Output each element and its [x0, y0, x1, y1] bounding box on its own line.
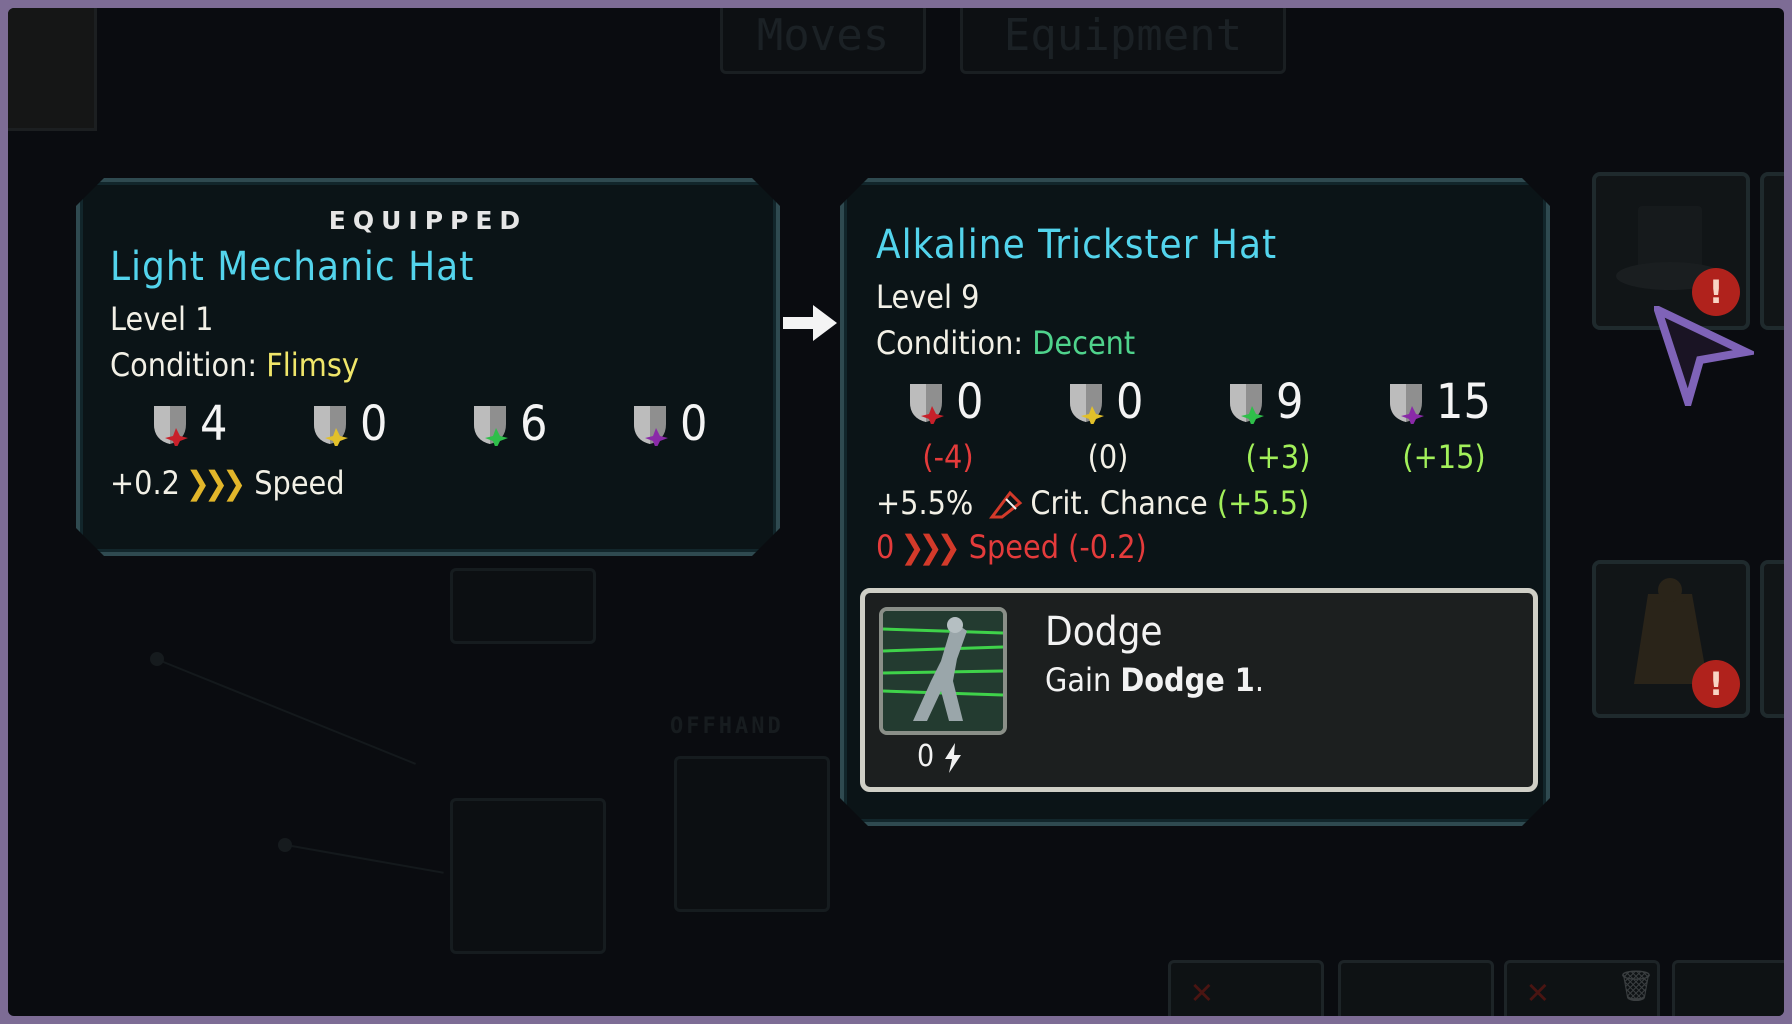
stat-delta: (0) — [1087, 438, 1129, 476]
tab-equipment-label: Equipment — [1003, 9, 1243, 61]
speed-value: 0 — [876, 528, 895, 566]
stat-delta: (-4) — [922, 438, 974, 476]
crit-label: Crit. Chance — [1030, 484, 1208, 522]
stat-value: 0 — [680, 396, 708, 452]
crit-value: +5.5% — [876, 484, 974, 522]
compare-arrow-icon — [783, 305, 837, 341]
stat-yellow: 0 — [1066, 374, 1143, 430]
alert-icon: ! — [1692, 660, 1740, 708]
stat-value: 6 — [520, 396, 548, 452]
stat-delta: (+15) — [1402, 438, 1486, 476]
bottom-slot[interactable]: ✕ — [1168, 960, 1324, 1016]
equipped-item-tooltip: EQUIPPED Light Mechanic Hat Level 1 Cond… — [76, 178, 780, 556]
inventory-slot[interactable] — [1760, 172, 1784, 330]
compare-item-condition: Condition: Decent — [876, 324, 1135, 362]
energy-icon — [944, 742, 961, 773]
condition-label: Condition: — [876, 324, 1024, 362]
condition-value: Flimsy — [266, 346, 359, 384]
equipped-item-level: Level 1 — [110, 300, 214, 338]
bottom-slot[interactable] — [1672, 960, 1784, 1016]
stat-purple: 0 — [630, 396, 707, 452]
compare-item-name: Alkaline Trickster Hat — [876, 222, 1278, 268]
offhand-label: OFFHAND — [670, 714, 784, 739]
tab-moves-label: Moves — [756, 9, 890, 61]
equipment-slot[interactable] — [450, 568, 596, 644]
tab-moves[interactable]: Moves — [720, 8, 926, 74]
ability-cost-value: 0 — [917, 739, 935, 774]
stat-value: 0 — [956, 374, 984, 430]
character-portrait[interactable] — [8, 8, 97, 131]
bottom-slot[interactable] — [1338, 960, 1494, 1016]
connector-dot — [150, 652, 164, 666]
cursor-icon — [1654, 306, 1754, 406]
crit-icon — [988, 489, 1024, 521]
compare-crit-line: +5.5% Crit. Chance (+5.5) — [876, 484, 1309, 522]
tab-equipment[interactable]: Equipment — [960, 8, 1286, 74]
stat-yellow: 0 — [310, 396, 387, 452]
equipped-item-name: Light Mechanic Hat — [110, 244, 475, 290]
stat-green: 9 — [1226, 374, 1303, 430]
ability-card[interactable]: Dodge Gain Dodge 1. 0 — [860, 588, 1538, 792]
shield-purple-icon — [630, 402, 670, 446]
shield-red-icon — [906, 380, 946, 424]
ability-desc-text: Gain — [1045, 661, 1112, 699]
crit-delta: (+5.5) — [1216, 484, 1310, 522]
shield-yellow-icon — [1066, 380, 1106, 424]
stat-value: 9 — [1276, 374, 1304, 430]
connector-dot — [278, 838, 292, 852]
stat-red: 4 — [150, 396, 227, 452]
stat-value: 15 — [1436, 374, 1491, 430]
shield-green-icon — [1226, 380, 1266, 424]
trash-icon: 🗑 — [1617, 969, 1656, 1004]
ability-desc-keyword: Dodge 1 — [1120, 661, 1255, 699]
stat-red: 0 — [906, 374, 983, 430]
speed-chevron-icon: ❯❯❯ — [185, 464, 241, 502]
speed-delta: (-0.2) — [1068, 528, 1147, 566]
offhand-slot[interactable] — [674, 756, 830, 912]
ability-cost: 0 — [917, 739, 963, 774]
inventory-slot[interactable] — [1760, 560, 1784, 718]
game-screen: Moves Equipment OFFHAND ! ! ✕ ✕ 🗑 EQUIPPE… — [8, 8, 1784, 1016]
stat-value: 0 — [1116, 374, 1144, 430]
shield-yellow-icon — [310, 402, 350, 446]
bottom-slot[interactable]: ✕ 🗑 — [1504, 960, 1660, 1016]
stat-value: 0 — [360, 396, 388, 452]
connector-line — [285, 844, 444, 874]
speed-label: Speed — [968, 528, 1059, 566]
shield-green-icon — [470, 402, 510, 446]
remove-icon: ✕ — [1527, 971, 1549, 1012]
equipped-item-condition: Condition: Flimsy — [110, 346, 359, 384]
speed-chevron-icon: ❯❯❯ — [900, 528, 955, 566]
stat-purple: 15 — [1386, 374, 1491, 430]
equipment-slot[interactable] — [450, 798, 606, 954]
equipped-header: EQUIPPED — [328, 206, 528, 235]
stat-delta: (+3) — [1245, 438, 1311, 476]
dodge-ability-icon — [879, 607, 1007, 735]
stat-value: 4 — [200, 396, 228, 452]
connector-line — [155, 658, 416, 765]
shield-red-icon — [150, 402, 190, 446]
inventory-slot-armor[interactable]: ! — [1592, 560, 1750, 718]
speed-value: +0.2 — [110, 464, 180, 502]
equipped-speed-line: +0.2 ❯❯❯ Speed — [110, 464, 345, 502]
shield-purple-icon — [1386, 380, 1426, 424]
compare-speed-line: 0 ❯❯❯ Speed (-0.2) — [876, 528, 1147, 566]
condition-label: Condition: — [110, 346, 258, 384]
remove-icon: ✕ — [1191, 971, 1213, 1012]
compare-item-level: Level 9 — [876, 278, 980, 316]
condition-value: Decent — [1032, 324, 1136, 362]
stat-green: 6 — [470, 396, 547, 452]
ability-desc-suffix: . — [1254, 661, 1264, 699]
speed-label: Speed — [254, 464, 345, 502]
ability-description: Gain Dodge 1. — [1045, 661, 1264, 699]
ability-name: Dodge — [1045, 609, 1163, 655]
